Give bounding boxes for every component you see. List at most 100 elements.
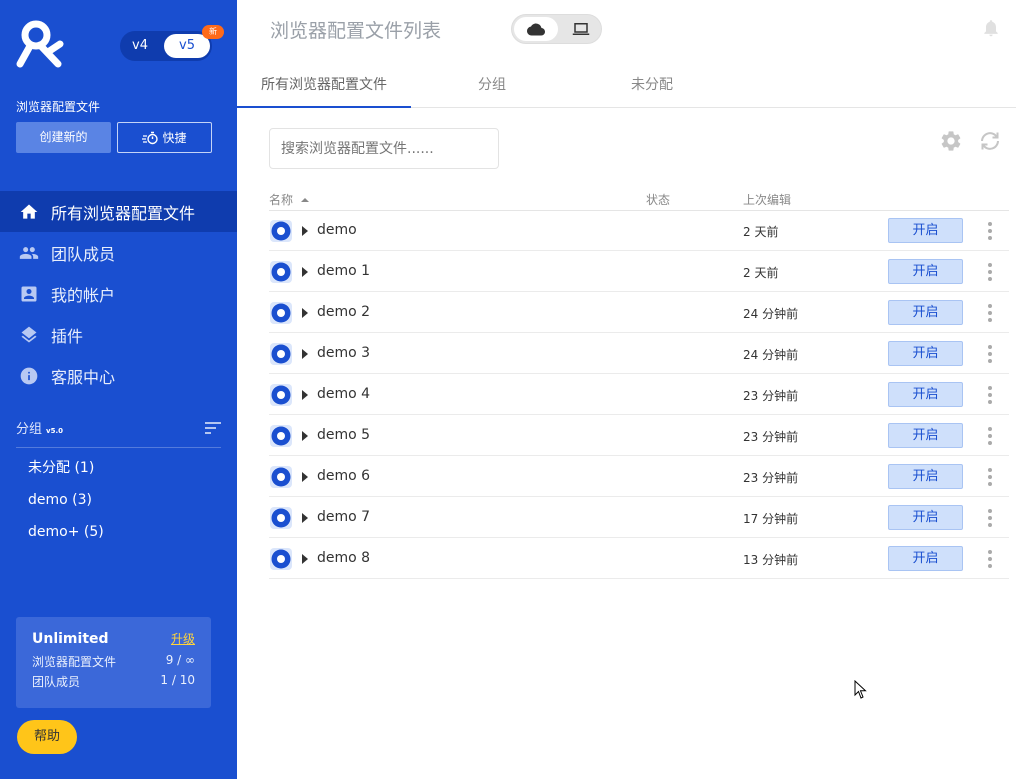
more-vert-icon[interactable] xyxy=(988,427,992,445)
search-input[interactable] xyxy=(269,128,499,169)
open-profile-button[interactable]: 开启 xyxy=(888,259,963,284)
table-row[interactable]: demo 2 天前 开启 xyxy=(269,210,1009,251)
profile-name[interactable]: demo 2 xyxy=(317,304,370,320)
more-vert-icon[interactable] xyxy=(988,304,992,322)
browser-profile-icon xyxy=(270,507,292,529)
more-vert-icon[interactable] xyxy=(988,509,992,527)
table-row[interactable]: demo 2 24 分钟前 开启 xyxy=(269,292,1009,333)
layers-icon xyxy=(18,324,40,346)
open-profile-button[interactable]: 开启 xyxy=(888,546,963,571)
table-row[interactable]: demo 1 2 天前 开启 xyxy=(269,251,1009,292)
expand-caret-icon[interactable] xyxy=(302,267,308,277)
expand-caret-icon[interactable] xyxy=(302,349,308,359)
browser-profile-icon xyxy=(270,302,292,324)
group-item-unassigned[interactable]: 未分配 (1) xyxy=(28,458,104,490)
quick-create-button[interactable]: 快捷 xyxy=(117,122,212,153)
version-v4-option[interactable]: v4 xyxy=(132,38,148,53)
mode-toggle[interactable] xyxy=(511,14,602,44)
sidebar-item-all-profiles[interactable]: 所有浏览器配置文件 xyxy=(0,191,237,232)
cloud-mode-option[interactable] xyxy=(514,17,558,41)
new-badge: 新 xyxy=(202,25,224,39)
open-profile-button[interactable]: 开启 xyxy=(888,423,963,448)
tab-groups[interactable]: 分组 xyxy=(478,66,506,108)
browser-profile-icon xyxy=(270,261,292,283)
table-header: 名称 状态 上次编辑 xyxy=(269,191,1009,211)
tab-all-profiles[interactable]: 所有浏览器配置文件 xyxy=(237,66,411,108)
expand-caret-icon[interactable] xyxy=(302,513,308,523)
group-list: 未分配 (1) demo (3) demo+ (5) xyxy=(28,458,104,554)
open-profile-button[interactable]: 开启 xyxy=(888,300,963,325)
create-profile-button[interactable]: 创建新的 xyxy=(16,122,111,153)
plan-usage-value: 9 / ∞ xyxy=(165,653,195,667)
browser-profile-icon xyxy=(270,220,292,242)
logo-icon xyxy=(16,20,64,68)
refresh-icon[interactable] xyxy=(978,129,1002,153)
sidebar-item-team-members[interactable]: 团队成员 xyxy=(0,232,237,273)
gear-icon[interactable] xyxy=(939,129,963,153)
sidebar-item-label: 我的帐户 xyxy=(51,285,116,305)
quick-create-label: 快捷 xyxy=(162,131,187,145)
profile-name[interactable]: demo 6 xyxy=(317,468,370,484)
sort-icon[interactable] xyxy=(205,421,221,434)
column-name-header[interactable]: 名称 xyxy=(269,191,309,208)
open-profile-button[interactable]: 开启 xyxy=(888,464,963,489)
table-row[interactable]: demo 5 23 分钟前 开启 xyxy=(269,415,1009,456)
table-row[interactable]: demo 3 24 分钟前 开启 xyxy=(269,333,1009,374)
sort-asc-icon xyxy=(300,198,309,202)
sidebar-item-label: 团队成员 xyxy=(51,244,116,264)
help-button[interactable]: 帮助 xyxy=(17,720,77,754)
profile-name[interactable]: demo 8 xyxy=(317,550,370,566)
table-row[interactable]: demo 8 13 分钟前 开启 xyxy=(269,538,1009,579)
version-v5-option[interactable]: v5 xyxy=(164,34,210,58)
profile-name[interactable]: demo 4 xyxy=(317,386,370,402)
expand-caret-icon[interactable] xyxy=(302,390,308,400)
version-toggle[interactable]: v4 v5 xyxy=(120,31,212,61)
browser-profile-icon xyxy=(270,343,292,365)
info-icon xyxy=(18,365,40,387)
open-profile-button[interactable]: 开启 xyxy=(888,341,963,366)
laptop-icon xyxy=(572,23,590,35)
sidebar-item-my-account[interactable]: 我的帐户 xyxy=(0,273,237,314)
profile-name[interactable]: demo 1 xyxy=(317,263,370,279)
more-vert-icon[interactable] xyxy=(988,222,992,240)
open-profile-button[interactable]: 开启 xyxy=(888,218,963,243)
plan-usage-value: 1 / 10 xyxy=(160,673,195,687)
cloud-icon xyxy=(527,23,545,35)
more-vert-icon[interactable] xyxy=(988,550,992,568)
table-row[interactable]: demo 7 17 分钟前 开启 xyxy=(269,497,1009,538)
plan-usage-label: 浏览器配置文件 xyxy=(32,655,117,669)
profile-name[interactable]: demo xyxy=(317,222,357,238)
open-profile-button[interactable]: 开启 xyxy=(888,382,963,407)
more-vert-icon[interactable] xyxy=(988,345,992,363)
profile-name[interactable]: demo 3 xyxy=(317,345,370,361)
expand-caret-icon[interactable] xyxy=(302,226,308,236)
expand-caret-icon[interactable] xyxy=(302,431,308,441)
column-last-edit-header: 上次编辑 xyxy=(743,193,792,207)
expand-caret-icon[interactable] xyxy=(302,308,308,318)
profile-name[interactable]: demo 5 xyxy=(317,427,370,443)
open-profile-button[interactable]: 开启 xyxy=(888,505,963,530)
group-item-demo[interactable]: demo (3) xyxy=(28,490,104,522)
column-status-header: 状态 xyxy=(646,193,671,207)
sidebar-item-support[interactable]: 客服中心 xyxy=(0,355,237,396)
profile-last-edit: 23 分钟前 xyxy=(743,389,799,403)
tab-unassigned[interactable]: 未分配 xyxy=(631,66,673,108)
browser-profile-icon xyxy=(270,548,292,570)
profile-last-edit: 24 分钟前 xyxy=(743,348,799,362)
table-row[interactable]: demo 4 23 分钟前 开启 xyxy=(269,374,1009,415)
more-vert-icon[interactable] xyxy=(988,386,992,404)
more-vert-icon[interactable] xyxy=(988,468,992,486)
table-row[interactable]: demo 6 23 分钟前 开启 xyxy=(269,456,1009,497)
group-item-demo-plus[interactable]: demo+ (5) xyxy=(28,522,104,554)
expand-caret-icon[interactable] xyxy=(302,472,308,482)
sidebar-item-plugins[interactable]: 插件 xyxy=(0,314,237,355)
local-mode-option[interactable] xyxy=(562,17,600,41)
expand-caret-icon[interactable] xyxy=(302,554,308,564)
profile-name[interactable]: demo 7 xyxy=(317,509,370,525)
bell-icon[interactable] xyxy=(981,18,1001,38)
upgrade-link[interactable]: 升级 xyxy=(171,630,195,647)
profile-table-body: demo 2 天前 开启 demo 12 天前 开启 demo 2 24 分钟前 开启 demo… xyxy=(269,210,1009,579)
profile-last-edit: 17 分钟前 xyxy=(743,512,799,526)
more-vert-icon[interactable] xyxy=(988,263,992,281)
account-icon xyxy=(18,283,40,305)
